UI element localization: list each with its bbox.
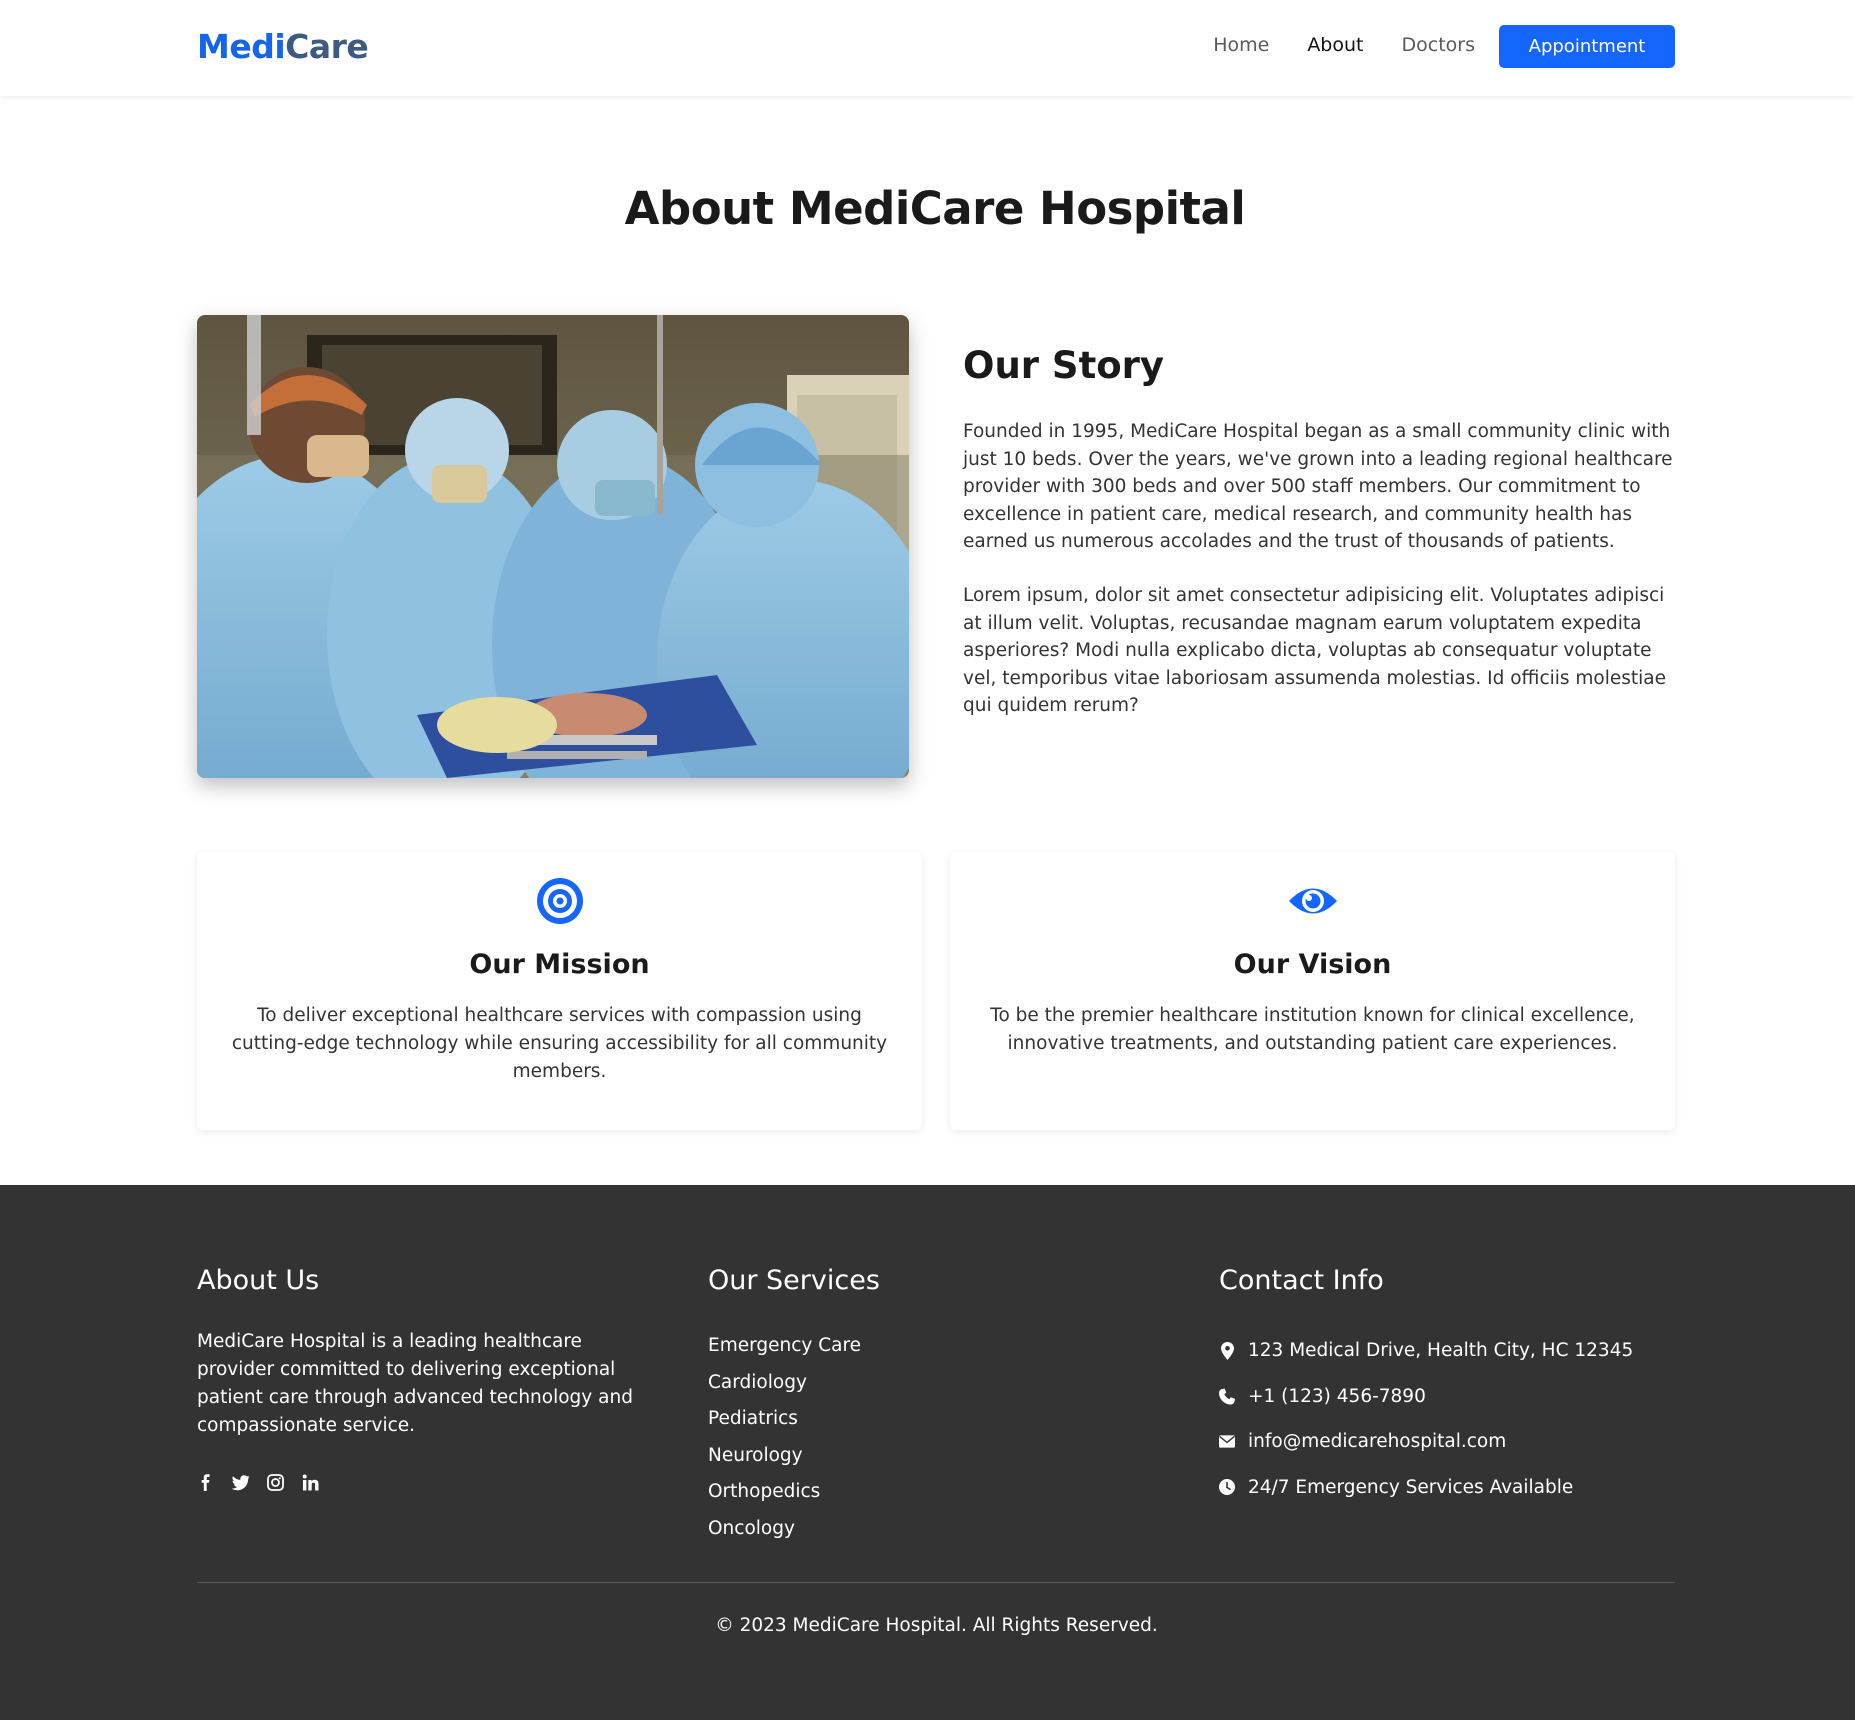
appointment-button[interactable]: Appointment <box>1499 25 1675 68</box>
clock-icon <box>1219 1478 1235 1496</box>
brand-logo-part2: Care <box>285 27 369 66</box>
footer: About Us MediCare Hospital is a leading … <box>0 1185 1855 1720</box>
story-paragraph-2: Lorem ipsum, dolor sit amet consectetur … <box>963 585 1667 716</box>
vision-text: To be the premier healthcare institution… <box>990 1005 1635 1054</box>
mission-card: Our Mission To deliver exceptional healt… <box>197 852 922 1130</box>
footer-contact-title: Contact Info <box>1219 1265 1384 1296</box>
vision-card: Our Vision To be the premier healthcare … <box>950 852 1675 1130</box>
nav-link-about[interactable]: About <box>1307 34 1363 56</box>
eye-icon <box>1288 876 1338 926</box>
nav-link-doctors[interactable]: Doctors <box>1402 34 1476 56</box>
footer-divider <box>197 1582 1675 1583</box>
mission-text: To deliver exceptional healthcare servic… <box>231 1005 888 1082</box>
copyright-text: © 2023 MediCare Hospital. All Rights Res… <box>715 1615 1158 1636</box>
services-list: Emergency Care Cardiology Pediatrics Neu… <box>708 1328 880 1547</box>
phone-icon <box>1219 1387 1235 1405</box>
surgery-team-photo <box>197 315 909 778</box>
brand-logo[interactable]: MediCare <box>197 27 369 66</box>
footer-about-text: MediCare Hospital is a leading healthcar… <box>197 1331 633 1436</box>
service-link[interactable]: Emergency Care <box>708 1328 880 1365</box>
footer-services: Our Services Emergency Care Cardiology P… <box>708 1265 880 1547</box>
story-title: Our Story <box>963 344 1165 387</box>
vision-title: Our Vision <box>1233 949 1392 980</box>
linkedin-icon[interactable] <box>302 1474 319 1491</box>
twitter-icon[interactable] <box>231 1474 250 1491</box>
contact-hours-text: 24/7 Emergency Services Available <box>1248 1476 1574 1498</box>
instagram-icon[interactable] <box>267 1474 284 1491</box>
footer-contact: Contact Info 123 Medical Drive, Health C… <box>1219 1265 1633 1510</box>
contact-address-text: 123 Medical Drive, Health City, HC 12345 <box>1248 1340 1634 1362</box>
nav-link-home[interactable]: Home <box>1213 34 1269 56</box>
brand-logo-part1: Medi <box>197 27 286 66</box>
service-link[interactable]: Orthopedics <box>708 1474 880 1511</box>
story-paragraph-1: Founded in 1995, MediCare Hospital began… <box>963 421 1673 552</box>
contact-phone: +1 (123) 456-7890 <box>1219 1374 1633 1420</box>
social-links <box>197 1474 647 1491</box>
service-link[interactable]: Oncology <box>708 1511 880 1548</box>
page-title: About MediCare Hospital <box>624 182 1246 235</box>
service-link[interactable]: Cardiology <box>708 1365 880 1402</box>
envelope-icon <box>1219 1433 1235 1451</box>
contact-hours: 24/7 Emergency Services Available <box>1219 1465 1633 1511</box>
contact-email: info@medicarehospital.com <box>1219 1419 1633 1465</box>
contact-phone-text[interactable]: +1 (123) 456-7890 <box>1248 1386 1426 1407</box>
target-icon <box>535 876 585 926</box>
mission-title: Our Mission <box>469 949 650 980</box>
footer-about-title: About Us <box>197 1265 320 1296</box>
contact-address: 123 Medical Drive, Health City, HC 12345 <box>1219 1328 1633 1374</box>
footer-services-title: Our Services <box>708 1265 880 1296</box>
map-pin-icon <box>1219 1341 1235 1360</box>
footer-about: About Us MediCare Hospital is a leading … <box>197 1265 647 1491</box>
service-link[interactable]: Neurology <box>708 1438 880 1475</box>
nav-links: Home About Doctors <box>1213 34 1475 56</box>
contact-email-text[interactable]: info@medicarehospital.com <box>1248 1431 1506 1452</box>
navbar: MediCare Home About Doctors Appointment <box>0 0 1855 96</box>
service-link[interactable]: Pediatrics <box>708 1401 880 1438</box>
facebook-icon[interactable] <box>197 1474 214 1491</box>
